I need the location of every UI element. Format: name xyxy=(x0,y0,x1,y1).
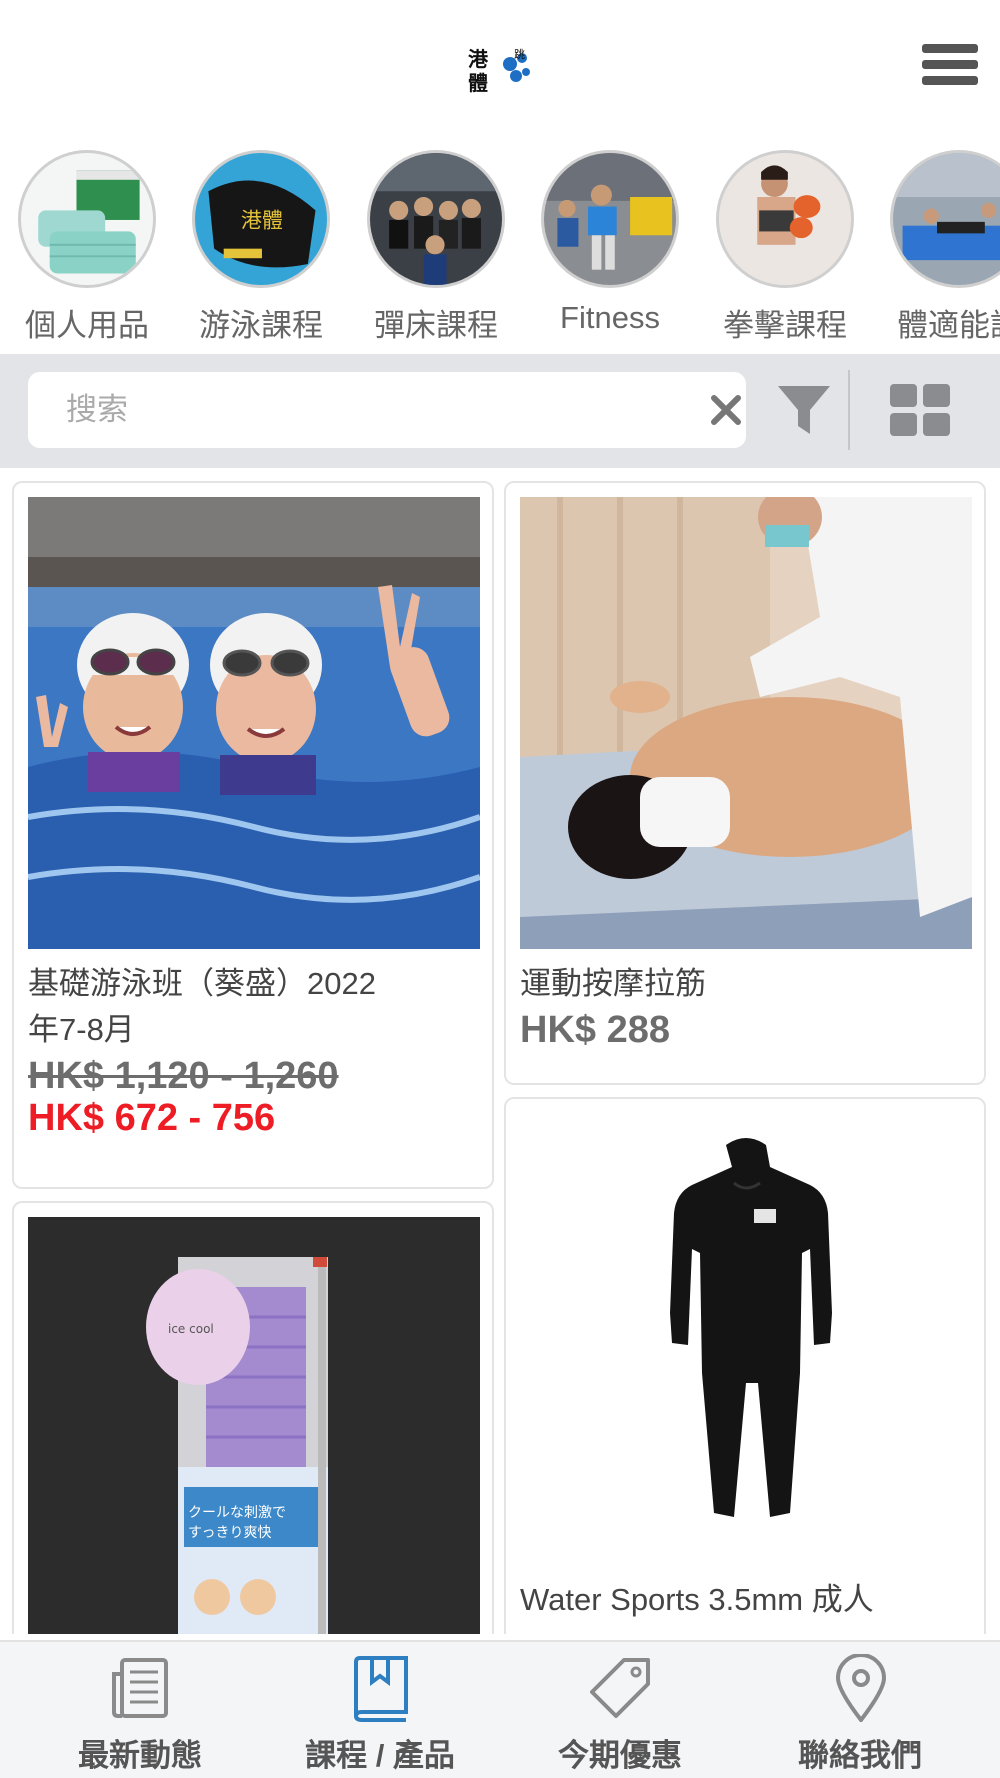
category-label: Fitness xyxy=(560,300,660,335)
category-trampoline[interactable]: 彈床課程 xyxy=(361,150,511,345)
search-toolbar xyxy=(0,354,1000,468)
original-price: HK$ 1,120 - 1,260 xyxy=(28,1055,339,1097)
product-title: 基礎游泳班（葵盛）2022 年7-8月 xyxy=(28,966,376,1047)
news-icon xyxy=(110,1654,172,1722)
nav-label: 最新動態 xyxy=(78,1738,202,1773)
nav-label: 今期優惠 xyxy=(558,1738,682,1773)
svg-text:港: 港 xyxy=(468,47,489,71)
category-fitness[interactable]: Fitness xyxy=(535,150,685,336)
stretching-photo xyxy=(890,150,1000,288)
category-strip: 個人用品 港體 游泳課程 彈床課程 Fitness 拳擊課程 體適能 xyxy=(0,150,1000,350)
nav-news[interactable]: 最新動態 xyxy=(20,1642,260,1778)
category-physical-fitness[interactable]: 體適能訓 xyxy=(884,150,1000,345)
category-boxing[interactable]: 拳擊課程 xyxy=(710,150,860,345)
product-card[interactable]: Water Sports 3.5mm 成人 xyxy=(504,1097,986,1634)
fitness-photo xyxy=(541,150,679,288)
product-card[interactable]: ice cool クールな刺激で すっきり爽快 xyxy=(12,1201,494,1634)
search-input[interactable] xyxy=(66,386,666,434)
svg-text:體: 體 xyxy=(468,71,488,94)
svg-text:クールな刺激で: クールな刺激で xyxy=(188,1504,286,1521)
sports-massage-photo xyxy=(520,497,972,949)
face-mask-photo xyxy=(18,150,156,288)
hamburger-menu-icon[interactable] xyxy=(922,44,978,92)
filter-icon[interactable] xyxy=(776,382,832,438)
product-title: 運動按摩拉筋 xyxy=(520,966,706,1001)
svg-text:跳: 跳 xyxy=(514,47,525,61)
tag-icon xyxy=(590,1654,652,1722)
wetsuit-photo xyxy=(520,1113,972,1565)
product-price: HK$ 288 xyxy=(520,1009,670,1051)
grid-view-icon[interactable] xyxy=(890,384,952,438)
product-card[interactable]: 運動按摩拉筋 HK$ 288 xyxy=(504,481,986,1085)
nav-courses-products[interactable]: 課程 / 產品 xyxy=(260,1642,500,1778)
search-box xyxy=(28,372,746,448)
svg-text:すっきり爽快: すっきり爽快 xyxy=(188,1525,271,1541)
category-label: 個人用品 xyxy=(25,308,149,343)
category-swimming[interactable]: 港體 游泳課程 xyxy=(186,150,336,345)
brand-logo[interactable]: 港 體 跳 xyxy=(466,44,534,95)
clear-icon[interactable] xyxy=(708,392,744,428)
trampoline-group-photo xyxy=(367,150,505,288)
product-title: Water Sports 3.5mm 成人 xyxy=(520,1582,874,1617)
cooling-towel-photo: ice cool クールな刺激で すっきり爽快 xyxy=(28,1217,480,1634)
category-label: 彈床課程 xyxy=(374,308,498,343)
svg-text:ice cool: ice cool xyxy=(168,1322,214,1336)
nav-label: 課程 / 產品 xyxy=(305,1738,455,1773)
boxing-photo xyxy=(716,150,854,288)
bottom-navigation: 最新動態 課程 / 產品 今期優惠 聯絡我們 xyxy=(0,1640,1000,1778)
nav-promotions[interactable]: 今期優惠 xyxy=(500,1642,740,1778)
toolbar-divider xyxy=(848,370,850,450)
app-header: 港 體 跳 xyxy=(0,0,1000,140)
product-card[interactable]: 基礎游泳班（葵盛）2022 年7-8月 HK$ 1,120 - 1,260 HK… xyxy=(12,481,494,1189)
location-pin-icon xyxy=(830,1653,892,1724)
product-grid: 基礎游泳班（葵盛）2022 年7-8月 HK$ 1,120 - 1,260 HK… xyxy=(0,468,1000,1634)
category-personal-items[interactable]: 個人用品 xyxy=(12,150,162,345)
swim-cap-photo: 港體 xyxy=(192,150,330,288)
sale-price: HK$ 672 - 756 xyxy=(28,1097,276,1139)
category-label: 游泳課程 xyxy=(199,308,323,343)
category-label: 體適能訓 xyxy=(897,308,1000,343)
nav-label: 聯絡我們 xyxy=(798,1738,922,1773)
book-icon xyxy=(350,1654,412,1722)
svg-text:港體: 港體 xyxy=(241,208,283,233)
nav-contact[interactable]: 聯絡我們 xyxy=(740,1642,980,1778)
category-label: 拳擊課程 xyxy=(723,308,847,343)
swimming-kids-photo xyxy=(28,497,480,949)
